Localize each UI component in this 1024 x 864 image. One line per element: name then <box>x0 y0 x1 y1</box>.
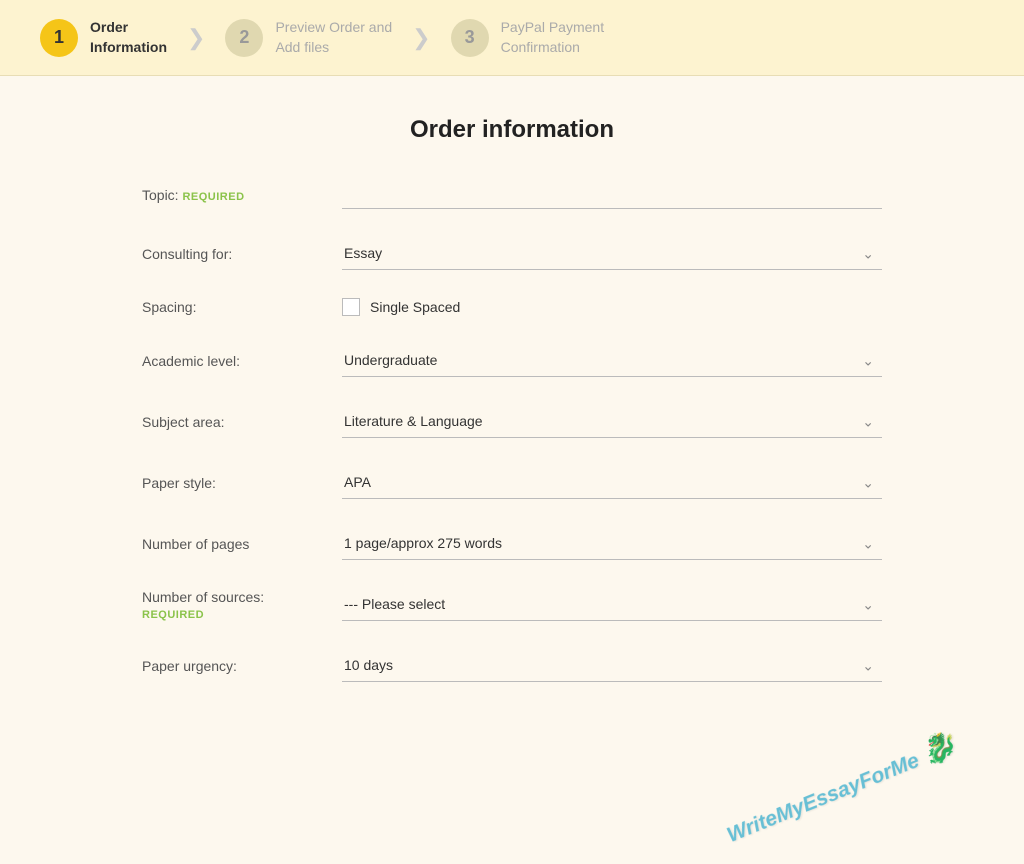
pages-select-wrap: 1 page/approx 275 words 2 pages/approx 5… <box>342 527 882 560</box>
step-arrow-1: ❯ <box>187 25 205 51</box>
steps-bar: 1 Order Information ❯ 2 Preview Order an… <box>0 0 1024 76</box>
paper-style-select[interactable]: APA MLA Chicago Harvard <box>342 466 882 499</box>
urgency-label: Paper urgency: <box>142 658 342 674</box>
step-arrow-2: ❯ <box>412 25 430 51</box>
pages-row: Number of pages 1 page/approx 275 words … <box>142 527 882 560</box>
topic-required: REQUIRED <box>182 191 244 203</box>
form-title: Order information <box>142 116 882 144</box>
topic-input[interactable] <box>342 180 882 209</box>
topic-input-wrap <box>342 180 882 209</box>
paper-style-select-wrap: APA MLA Chicago Harvard ⌄ <box>342 466 882 499</box>
academic-row: Academic level: Undergraduate High Schoo… <box>142 344 882 377</box>
spacing-label: Spacing: <box>142 299 342 315</box>
main-content: Order information Topic: REQUIRED Consul… <box>122 116 902 682</box>
academic-label: Academic level: <box>142 353 342 369</box>
subject-select-wrap: Literature & Language Science History Bu… <box>342 405 882 438</box>
spacing-row: Spacing: Single Spaced <box>142 298 882 316</box>
step-3-circle: 3 <box>451 19 489 57</box>
pages-select[interactable]: 1 page/approx 275 words 2 pages/approx 5… <box>342 527 882 560</box>
subject-label: Subject area: <box>142 414 342 430</box>
step-1-circle: 1 <box>40 19 78 57</box>
spacing-checkbox-wrap: Single Spaced <box>342 298 882 316</box>
consulting-row: Consulting for: Essay Research Paper The… <box>142 237 882 270</box>
step-3: 3 PayPal Payment Confirmation <box>451 18 605 57</box>
subject-row: Subject area: Literature & Language Scie… <box>142 405 882 438</box>
academic-select-wrap: Undergraduate High School Master's Ph.D.… <box>342 344 882 377</box>
pages-label: Number of pages <box>142 536 342 552</box>
step-2-label: Preview Order and Add files <box>275 18 392 57</box>
urgency-row: Paper urgency: 10 days 7 days 5 days 3 d… <box>142 649 882 682</box>
paper-style-row: Paper style: APA MLA Chicago Harvard ⌄ <box>142 466 882 499</box>
spacing-checkbox[interactable] <box>342 298 360 316</box>
step-3-label: PayPal Payment Confirmation <box>501 18 605 57</box>
topic-row: Topic: REQUIRED <box>142 180 882 209</box>
sources-select-wrap: --- Please select 0 1 2 3 5 ⌄ <box>342 588 882 621</box>
spacing-wrap: Single Spaced <box>342 298 882 316</box>
sources-label: Number of sources: REQUIRED <box>142 589 342 621</box>
sources-select[interactable]: --- Please select 0 1 2 3 5 <box>342 588 882 621</box>
subject-select[interactable]: Literature & Language Science History Bu… <box>342 405 882 438</box>
academic-select[interactable]: Undergraduate High School Master's Ph.D. <box>342 344 882 377</box>
paper-style-label: Paper style: <box>142 475 342 491</box>
urgency-select-wrap: 10 days 7 days 5 days 3 days 2 days 24 h… <box>342 649 882 682</box>
consulting-label: Consulting for: <box>142 246 342 262</box>
consulting-select-wrap: Essay Research Paper Thesis Dissertation… <box>342 237 882 270</box>
urgency-select[interactable]: 10 days 7 days 5 days 3 days 2 days 24 h… <box>342 649 882 682</box>
sources-row: Number of sources: REQUIRED --- Please s… <box>142 588 882 621</box>
consulting-select[interactable]: Essay Research Paper Thesis Dissertation <box>342 237 882 270</box>
step-2: 2 Preview Order and Add files <box>225 18 392 57</box>
step-1: 1 Order Information <box>40 18 167 57</box>
spacing-checkbox-label: Single Spaced <box>370 299 460 315</box>
step-1-label: Order Information <box>90 18 167 57</box>
step-2-circle: 2 <box>225 19 263 57</box>
topic-label: Topic: REQUIRED <box>142 187 342 203</box>
sources-required: REQUIRED <box>142 609 204 621</box>
watermark: WriteMyEssayForMe 🐉 <box>717 750 965 825</box>
